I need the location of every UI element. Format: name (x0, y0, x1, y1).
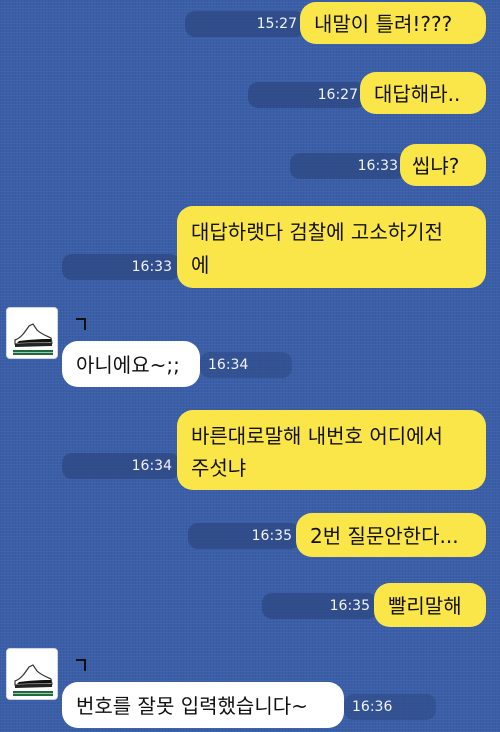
message-text: 씹냐? (412, 154, 460, 178)
sneaker-icon (7, 308, 57, 358)
my-message-bubble[interactable]: 대답하랫다 검찰에 고소하기전 에 (177, 206, 486, 288)
contact-avatar[interactable] (6, 648, 58, 700)
my-message-bubble[interactable]: 씹냐? (400, 144, 486, 186)
their-message-bubble[interactable]: 번호를 잘못 입력했습니다~ (62, 682, 344, 728)
message-text: 번호를 잘못 입력했습니다~ (76, 694, 308, 718)
message-text: 2번 질문안한다... (310, 524, 459, 548)
message-timestamp: 15:27 (185, 11, 305, 37)
sneaker-icon (7, 649, 57, 699)
message-timestamp: 16:34 (200, 352, 292, 378)
message-text-line: 바른대로말해 내번호 어디에서 (191, 424, 443, 448)
message-text-line: 주섯냐 (191, 456, 247, 480)
my-message-bubble[interactable]: 대답해라.. (360, 72, 486, 114)
message-text: 빨리말해 (388, 594, 462, 618)
my-message-bubble[interactable]: 바른대로말해 내번호 어디에서 주섯냐 (177, 410, 486, 490)
message-text-line: 대답하랫다 검찰에 고소하기전 (191, 220, 443, 244)
my-message-bubble[interactable]: 내말이 틀려!??? (300, 2, 486, 44)
my-message-bubble[interactable]: 빨리말해 (374, 583, 486, 627)
message-tail-mark (76, 659, 86, 671)
message-text-line: 에 (191, 253, 210, 277)
their-message-bubble[interactable]: 아니에요~;; (62, 341, 200, 387)
message-text: 내말이 틀려!??? (314, 12, 453, 36)
message-text: 대답해라.. (374, 82, 461, 106)
my-message-bubble[interactable]: 2번 질문안한다... (296, 513, 486, 557)
message-timestamp: 16:36 (344, 694, 436, 720)
message-timestamp: 16:34 (62, 453, 180, 479)
contact-avatar[interactable] (6, 307, 58, 359)
message-timestamp: 16:27 (248, 82, 366, 108)
message-timestamp: 16:35 (262, 593, 378, 619)
message-tail-mark (76, 318, 86, 330)
message-text: 아니에요~;; (76, 353, 180, 377)
message-timestamp: 16:33 (62, 254, 180, 280)
message-timestamp: 16:35 (188, 523, 300, 549)
message-timestamp: 16:33 (290, 153, 406, 179)
